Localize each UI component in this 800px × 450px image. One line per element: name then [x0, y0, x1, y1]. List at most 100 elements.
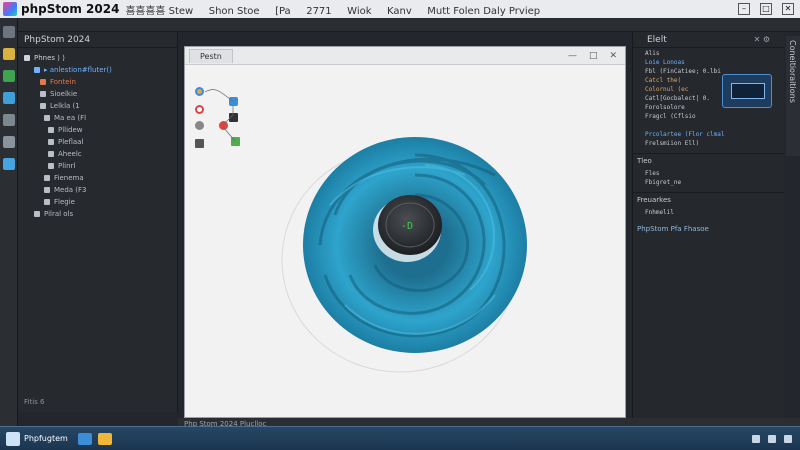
phpstorm-logo-icon: [3, 2, 17, 16]
tree-item[interactable]: Meda (F3: [18, 184, 177, 196]
tree-item-label: Lelkla (1: [50, 102, 80, 110]
tree-item[interactable]: Phnes ⟩ ⟩: [18, 52, 177, 64]
tree-item[interactable]: Ma ea (Fl: [18, 112, 177, 124]
minimize-icon[interactable]: –: [738, 3, 750, 15]
tree-item[interactable]: Pilral ols: [18, 208, 177, 220]
desktop-screen: phpStom 2024 喜喜喜喜 Stew Shon Stoe [Pa 277…: [0, 0, 800, 450]
file-icon: [40, 91, 46, 97]
window-controls: – □ ✕: [738, 3, 794, 15]
app-title: phpStom 2024: [21, 2, 120, 16]
taskbar-app-icon[interactable]: [77, 432, 92, 445]
tree-item-label: Aheelc: [58, 150, 82, 158]
code-line[interactable]: Fbigret_ne: [637, 179, 784, 188]
file-icon: [44, 115, 50, 121]
code-block-3: Fnhmelil: [633, 207, 784, 218]
code-line[interactable]: Fles: [637, 170, 784, 179]
tray-network-icon[interactable]: [752, 434, 760, 443]
close-icon[interactable]: ✕: [782, 3, 794, 15]
maximize-icon[interactable]: □: [760, 3, 772, 15]
preview-window-controls: — □ ✕: [568, 51, 617, 61]
spiral-graphic: -D: [281, 137, 527, 373]
tray-volume-icon[interactable]: [768, 434, 776, 443]
project-tool-icon[interactable]: [3, 26, 15, 38]
taskbar: Phpfugtem: [0, 426, 800, 450]
file-icon: [40, 103, 46, 109]
code-line[interactable]: Fragcl (Cflsio: [637, 113, 784, 122]
tree-item-label: Meda (F3: [54, 186, 87, 194]
settings-tool-icon[interactable]: [3, 136, 15, 148]
menu-item[interactable]: Mutt Folen Daly Prviep: [427, 6, 540, 17]
device-thumbnail[interactable]: [722, 74, 772, 108]
preview-tab-bar: Pestn — □ ✕: [185, 47, 625, 65]
project-tree: Phnes ⟩ ⟩ ▸ anlestion#fluter() Fontein Sioe…: [18, 48, 177, 220]
tree-item-label: Pleflaal: [58, 138, 84, 146]
file-icon: [40, 79, 46, 85]
preview-maximize-icon[interactable]: □: [589, 51, 598, 61]
run-tool-icon[interactable]: [3, 70, 15, 82]
menu-item[interactable]: Shon Stoe: [209, 6, 260, 17]
file-icon: [34, 67, 40, 73]
tree-item[interactable]: Pllidew: [18, 124, 177, 136]
tree-item-label: ▸ anlestion#fluter(): [44, 66, 112, 74]
main-toolbar: [18, 18, 800, 32]
preview-canvas: -D: [185, 65, 625, 417]
plugin-tool-icon[interactable]: [3, 158, 15, 170]
section-header-2: Tleo: [633, 153, 784, 168]
menu-item[interactable]: [Pa: [275, 6, 291, 17]
file-icon: [48, 139, 54, 145]
tree-item[interactable]: Plinrl: [18, 160, 177, 172]
preview-window: Pestn — □ ✕ -D: [184, 46, 626, 418]
right-panel-header: Elelt ✕ ⚙: [633, 32, 784, 48]
tree-item-label: Pilral ols: [44, 210, 74, 218]
tree-item[interactable]: Sioelkie: [18, 88, 177, 100]
tree-item-label: Fontein: [50, 78, 76, 86]
panel-close-icon[interactable]: ✕ ⚙: [754, 35, 770, 44]
file-icon: [34, 211, 40, 217]
debug-tool-icon[interactable]: [3, 92, 15, 104]
title-bar: phpStom 2024 喜喜喜喜 Stew Shon Stoe [Pa 277…: [0, 0, 800, 18]
start-button[interactable]: [6, 431, 20, 446]
right-panel-title: Elelt: [647, 35, 667, 45]
vertical-side-tab[interactable]: Coneitioraitions: [786, 36, 800, 156]
preview-close-icon[interactable]: ✕: [609, 51, 617, 61]
tree-item[interactable]: Aheelc: [18, 148, 177, 160]
project-footer: Fitis 6: [24, 398, 45, 406]
tray-clock-icon[interactable]: [784, 434, 792, 443]
vertical-tab-label: Coneitioraitions: [788, 40, 797, 103]
code-line[interactable]: Alis: [637, 50, 784, 59]
menu-item[interactable]: Wiok: [347, 6, 371, 17]
build-tool-icon[interactable]: [3, 114, 15, 126]
menu-item[interactable]: Kanv: [387, 6, 412, 17]
preview-tab[interactable]: Pestn: [189, 48, 233, 63]
tree-item[interactable]: Fontein: [18, 76, 177, 88]
commit-tool-icon[interactable]: [3, 48, 15, 60]
menu-item[interactable]: 2771: [306, 6, 331, 17]
code-line[interactable]: [637, 122, 784, 131]
code-line[interactable]: Frelsmiion Ell): [637, 140, 784, 149]
menu-bar: 喜喜喜喜 Stew Shon Stoe [Pa 2771 Wiok Kanv M…: [125, 2, 552, 17]
tree-item[interactable]: Pleflaal: [18, 136, 177, 148]
file-icon: [48, 151, 54, 157]
file-icon: [44, 187, 50, 193]
tree-item[interactable]: Flegie: [18, 196, 177, 208]
preview-minimize-icon[interactable]: —: [568, 51, 577, 61]
tree-item[interactable]: Fienema: [18, 172, 177, 184]
file-icon: [48, 163, 54, 169]
system-tray: [752, 434, 792, 443]
device-screen-icon: [731, 83, 765, 99]
tree-item-label: Fienema: [54, 174, 84, 182]
right-panel: Elelt ✕ ⚙ Alis Loie Lonoas Fbl (FinCatiee;…: [632, 32, 784, 422]
tree-item[interactable]: ▸ anlestion#fluter(): [18, 64, 177, 76]
tree-item-label: Sioelkie: [50, 90, 78, 98]
code-line[interactable]: Fnhmelil: [637, 209, 784, 218]
code-line[interactable]: Loie Lonoas: [637, 59, 784, 68]
tree-item[interactable]: Lelkla (1: [18, 100, 177, 112]
tree-item-label: Ma ea (Fl: [54, 114, 87, 122]
taskbar-folder-icon[interactable]: [97, 432, 112, 445]
menu-item[interactable]: 喜喜喜喜 Stew: [125, 6, 193, 17]
taskbar-app-label[interactable]: Phpfugtem: [24, 434, 68, 443]
file-icon: [44, 175, 50, 181]
right-bottom-line: PhpStom Pfa Fhasoe: [637, 225, 709, 233]
code-line[interactable]: Prcolartee (Flor clmal: [637, 131, 784, 140]
code-block-2: Fles Fbigret_ne: [633, 168, 784, 188]
